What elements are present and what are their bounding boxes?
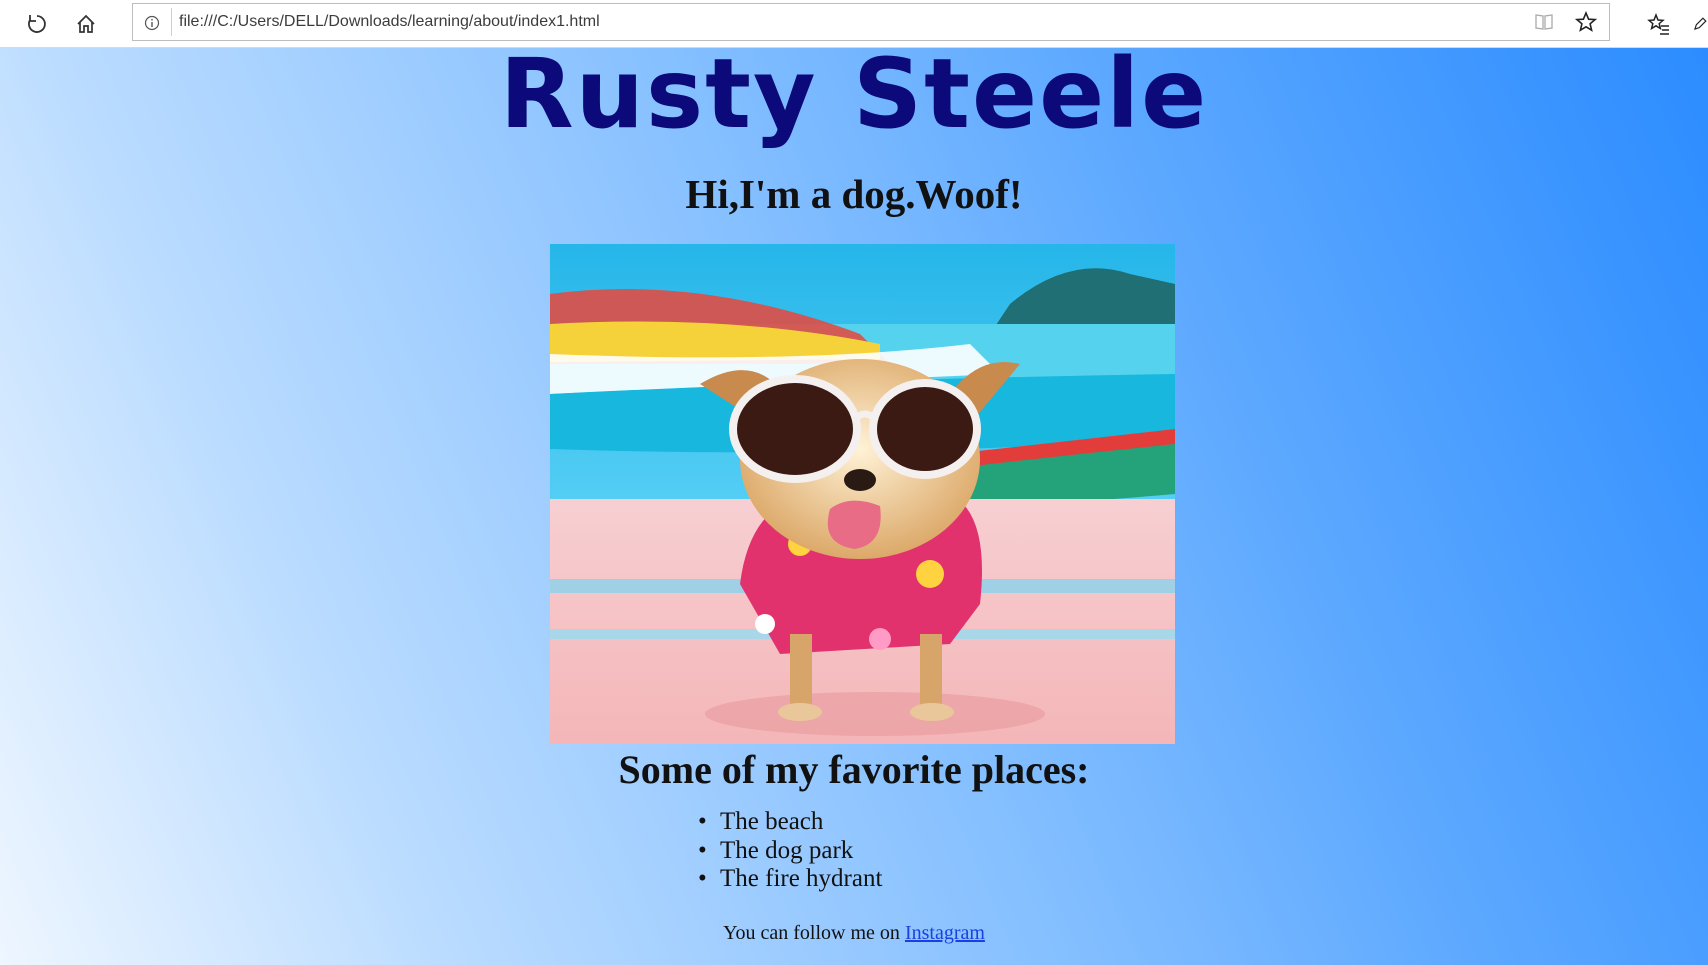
address-separator	[171, 8, 172, 36]
page-title: Rusty Steele	[499, 38, 1209, 150]
pen-icon[interactable]	[1692, 8, 1708, 40]
info-icon[interactable]	[141, 13, 163, 33]
star-icon[interactable]	[1573, 9, 1599, 35]
tagline: Hi,I'm a dog.Woof!	[685, 171, 1023, 217]
follow-text: You can follow me on	[723, 922, 905, 944]
favorites-icon[interactable]	[1643, 8, 1675, 40]
list-item: The beach	[698, 808, 882, 837]
reading-view-icon[interactable]	[1533, 11, 1555, 33]
list-item: The fire hydrant	[698, 865, 882, 894]
favorite-places-list: The beach The dog park The fire hydrant	[698, 808, 882, 894]
favorite-places-heading: Some of my favorite places:	[618, 747, 1090, 792]
list-item: The dog park	[698, 837, 882, 866]
home-icon[interactable]	[70, 8, 102, 40]
page-body: Rusty Steele Hi,I'm a dog.Woof! Some of …	[0, 41, 1708, 965]
instagram-link[interactable]: Instagram	[905, 922, 985, 944]
dog-photo	[550, 244, 1175, 744]
url-text[interactable]: file:///C:/Users/DELL/Downloads/learning…	[179, 4, 600, 40]
address-bar[interactable]: file:///C:/Users/DELL/Downloads/learning…	[132, 3, 1610, 41]
follow-line: You can follow me on Instagram	[0, 922, 1708, 945]
refresh-icon[interactable]	[21, 8, 53, 40]
